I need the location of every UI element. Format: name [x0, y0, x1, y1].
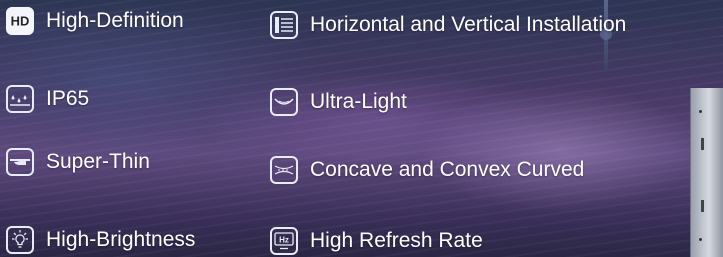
cabinet-screw: [699, 238, 702, 241]
thin-hand-icon: [6, 148, 34, 176]
svg-text:HD: HD: [11, 14, 30, 29]
feature-refresh-rate: Hz High Refresh Rate: [270, 226, 483, 256]
feature-label: Super-Thin: [46, 150, 150, 173]
feature-label: Horizontal and Vertical Installation: [310, 13, 627, 36]
feature-label: Ultra-Light: [310, 90, 407, 113]
feature-super-thin: Super-Thin: [6, 147, 150, 177]
led-cabinet-image: [690, 88, 723, 257]
feature-label: High-Definition: [46, 9, 184, 32]
feature-ultra-light: Ultra-Light: [270, 87, 407, 117]
feather-icon: [270, 88, 298, 116]
brightness-icon: [6, 226, 34, 254]
feature-label: High-Brightness: [46, 228, 196, 251]
cabinet-slot: [701, 200, 704, 212]
feature-label: Concave and Convex Curved: [310, 158, 585, 181]
hd-icon: HD: [6, 7, 34, 35]
feature-label: High Refresh Rate: [310, 229, 483, 252]
feature-banner: HD High-Definition IP65 Super-Thin High-…: [0, 0, 723, 257]
cabinet-screw: [699, 110, 702, 113]
feature-ip65: IP65: [6, 84, 89, 114]
feature-high-brightness: High-Brightness: [6, 225, 195, 255]
svg-text:Hz: Hz: [279, 236, 289, 245]
feature-label: IP65: [46, 87, 90, 110]
feature-high-definition: HD High-Definition: [6, 6, 184, 36]
waterproof-icon: [6, 85, 34, 113]
feature-installation: Horizontal and Vertical Installation: [270, 10, 626, 40]
feature-curved: Concave and Convex Curved: [270, 155, 584, 185]
cabinet-slot: [701, 138, 704, 150]
refresh-rate-icon: Hz: [270, 227, 298, 255]
curved-icon: [270, 156, 298, 184]
install-panel-icon: [270, 11, 298, 39]
